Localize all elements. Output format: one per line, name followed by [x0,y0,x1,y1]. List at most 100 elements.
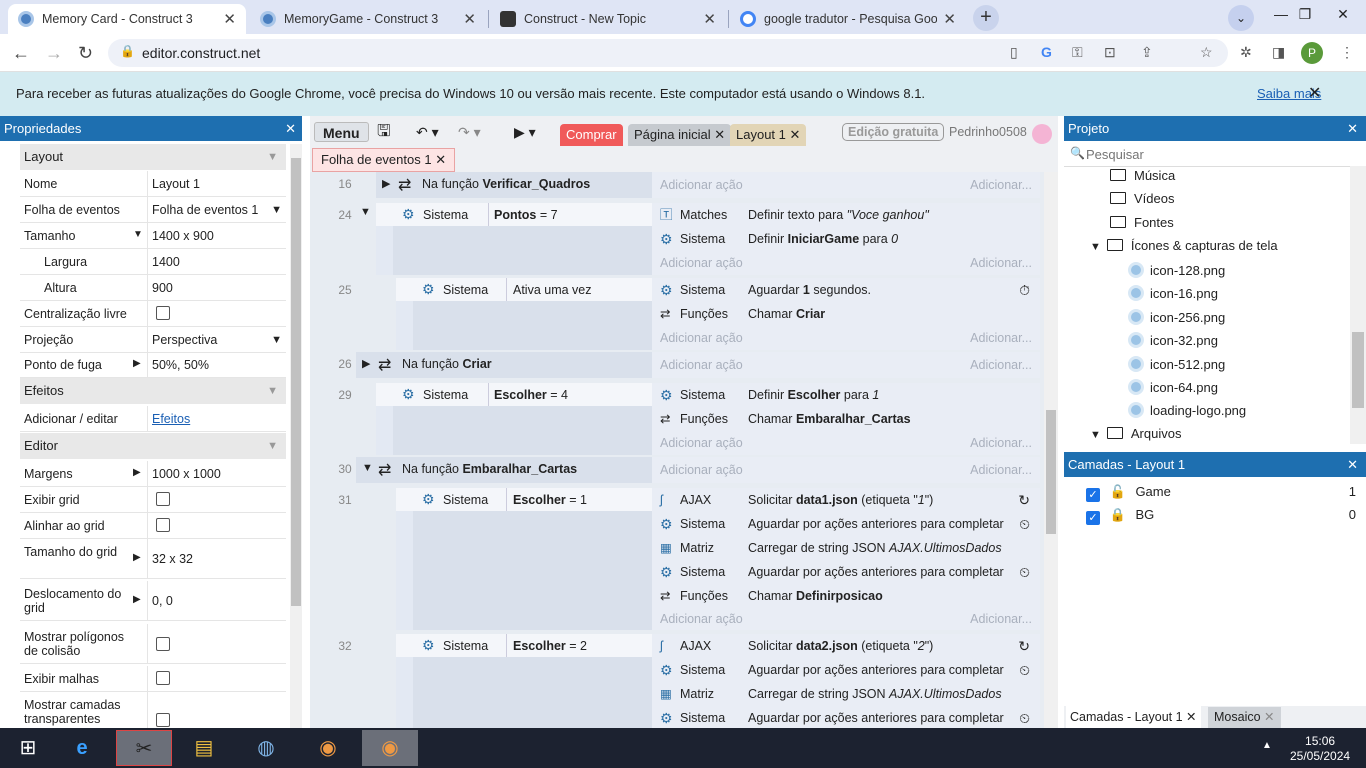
show-grid-checkbox[interactable] [156,491,170,506]
reload-icon[interactable]: ↻ [78,43,93,64]
layer-visible-checkbox[interactable]: ✓ [1086,488,1100,502]
add-action-link[interactable]: Adicionar ação [660,436,743,450]
condition-row[interactable]: ⚙ Sistema Escolher = 2 [396,634,652,657]
globe-icon[interactable]: ◍ [238,730,294,766]
expand-triangle-icon[interactable]: ▶ [382,177,390,190]
tab-google-translate[interactable]: google tradutor - Pesquisa Goog ✕ [730,4,966,34]
chrome-icon[interactable]: ◉ [300,730,356,766]
extensions-puzzle-icon[interactable]: ✲ [1240,44,1252,61]
file-item[interactable]: icon-128.png [1128,262,1225,278]
share-icon[interactable]: ⇪ [1141,44,1153,61]
action-row[interactable]: ▦ Matriz Carregar de string JSON AJAX.Ulti… [658,536,1034,560]
close-tab-icon[interactable]: ✕ [703,10,716,28]
free-edition-badge[interactable]: Edição gratuita [842,123,945,141]
collapse-chevron-icon[interactable]: ▼ [267,378,278,404]
close-icon[interactable]: ✕ [1186,710,1196,724]
layer-visible-checkbox[interactable]: ✓ [1086,511,1100,525]
folder-videos[interactable]: Vídeos [1110,191,1174,206]
tab-layers[interactable]: Camadas - Layout 1 ✕ [1066,706,1201,728]
properties-scroll-thumb[interactable] [291,158,301,606]
collapse-triangle-icon[interactable]: ▼ [1090,241,1101,253]
event-sheet-select[interactable]: Folha de eventos 1 ▼ [147,197,286,222]
forward-arrow-icon[interactable]: → [45,43,63,64]
add-action-link[interactable]: Adicionar ação [660,358,743,372]
condition-row[interactable]: ⚙ Sistema Escolher = 1 [396,488,652,511]
close-tab-icon[interactable]: ✕ [223,10,236,28]
file-item[interactable]: icon-16.png [1128,285,1218,301]
add-link[interactable]: Adicionar... [970,436,1032,450]
close-icon[interactable]: ✕ [790,127,801,142]
internet-explorer-icon[interactable]: e [54,730,110,766]
install-app-icon[interactable]: ⊡ [1104,44,1116,61]
windows-start-icon[interactable]: ⊞ [0,730,56,766]
side-panel-icon[interactable]: ◨ [1272,44,1285,61]
close-icon[interactable]: ✕ [285,116,296,141]
action-row[interactable]: ⚙ Sistema Aguardar por ações anteriores pa… [658,512,1034,536]
action-row[interactable]: ʃ AJAX Solicitar data1.json (etiqueta "1")… [658,488,1034,512]
meshes-checkbox[interactable] [156,670,170,685]
folder-files[interactable]: ▼ Arquivos [1090,426,1181,441]
add-action-link[interactable]: Adicionar ação [660,331,743,345]
tab-memorygame[interactable]: MemoryGame - Construct 3 ✕ [250,4,486,34]
add-action-link[interactable]: Adicionar ação [660,256,743,270]
save-page-icon[interactable]: ▯ [1010,44,1018,61]
free-centering-checkbox[interactable] [156,305,170,320]
tab-tilemap[interactable]: Mosaico ✕ [1208,707,1281,728]
key-icon[interactable]: ⚿ [1072,44,1083,61]
action-row[interactable]: ⚙ Sistema Aguardar por ações anteriores pa… [658,658,1034,682]
action-row[interactable]: ⚙ Sistema Aguardar por ações anteriores pa… [658,560,1034,584]
transparent-layers-checkbox[interactable] [156,712,170,727]
condition-row[interactable]: ⚙ Sistema Escolher = 4 [376,383,652,406]
action-row[interactable]: ⚙ Sistema Aguardar 1 segundos. ⏱ [658,278,1034,302]
file-item[interactable]: icon-32.png [1128,332,1218,348]
tab-search-chevron-icon[interactable]: ⌄ [1228,5,1254,31]
expand-triangle-icon[interactable]: ▶ [362,357,370,370]
user-avatar[interactable] [1032,124,1052,144]
tray-arrow-icon[interactable]: ▲ [1262,740,1272,751]
unlocked-padlock-icon[interactable]: 🔓 [1110,484,1126,499]
expand-triangle-icon[interactable]: ▶ [133,552,141,563]
infobar-close-icon[interactable]: ✕ [1308,83,1321,103]
new-tab-button[interactable]: + [973,5,999,31]
add-link[interactable]: Adicionar... [970,256,1032,270]
close-window-button[interactable]: ✕ [1320,0,1366,30]
menu-button[interactable]: Menu [314,122,369,142]
tab-home-page[interactable]: Página inicial ✕ [628,124,732,146]
google-lens-icon[interactable]: G [1041,44,1052,60]
action-row[interactable]: ⇄ Funções Chamar Embaralhar_Cartas [658,407,1034,431]
section-layout[interactable]: Layout ▼ [20,144,286,170]
add-action-link[interactable]: Adicionar ação [660,178,743,192]
close-tab-icon[interactable]: ✕ [463,10,476,28]
event-26-function[interactable]: ▶ ⇄ Na função Criar [356,352,652,378]
add-link[interactable]: Adicionar... [970,612,1032,626]
close-icon[interactable]: ✕ [1347,452,1358,477]
play-icon[interactable]: ▶ ▾ [506,122,544,142]
expand-triangle-icon[interactable]: ▶ [133,467,141,478]
event-30-function[interactable]: ▼ ⇄ Na função Embaralhar_Cartas [356,457,652,483]
tab-memory-card[interactable]: Memory Card - Construct 3 ✕ [8,4,246,34]
save-icon[interactable]: 🖫 [369,122,399,142]
expand-triangle-icon[interactable]: ▼ [133,229,143,240]
username[interactable]: Pedrinho0508 [949,125,1027,139]
condition-row[interactable]: ⚙ Sistema Ativa uma vez [396,278,652,301]
add-link[interactable]: Adicionar... [970,178,1032,192]
add-link[interactable]: Adicionar... [970,331,1032,345]
file-item[interactable]: loading-logo.png [1128,402,1246,418]
layer-row-game[interactable]: ✓ 🔓 Game 1 [1086,484,1356,502]
action-row[interactable]: 🅃 Matches Definir texto para "Voce ganhou" [658,203,1034,227]
folder-fonts[interactable]: Fontes [1110,215,1174,230]
bookmark-star-icon[interactable]: ☆ [1200,44,1213,61]
back-arrow-icon[interactable]: ← [12,43,30,64]
collapse-triangle-icon[interactable]: ▼ [1090,429,1101,441]
collapse-triangle-icon[interactable]: ▼ [362,462,373,474]
close-icon[interactable]: ✕ [1264,710,1274,724]
add-link[interactable]: Adicionar... [970,463,1032,477]
redo-icon[interactable]: ↷ ▾ [450,122,489,142]
file-explorer-icon[interactable]: ▤ [176,730,232,766]
snipping-tool-icon[interactable]: ✂ [116,730,172,766]
add-link[interactable]: Adicionar... [970,358,1032,372]
add-action-link[interactable]: Adicionar ação [660,463,743,477]
file-item[interactable]: icon-512.png [1128,356,1225,372]
close-tab-icon[interactable]: ✕ [943,10,956,28]
action-row[interactable]: ⚙ Sistema Definir IniciarGame para 0 [658,227,1034,251]
